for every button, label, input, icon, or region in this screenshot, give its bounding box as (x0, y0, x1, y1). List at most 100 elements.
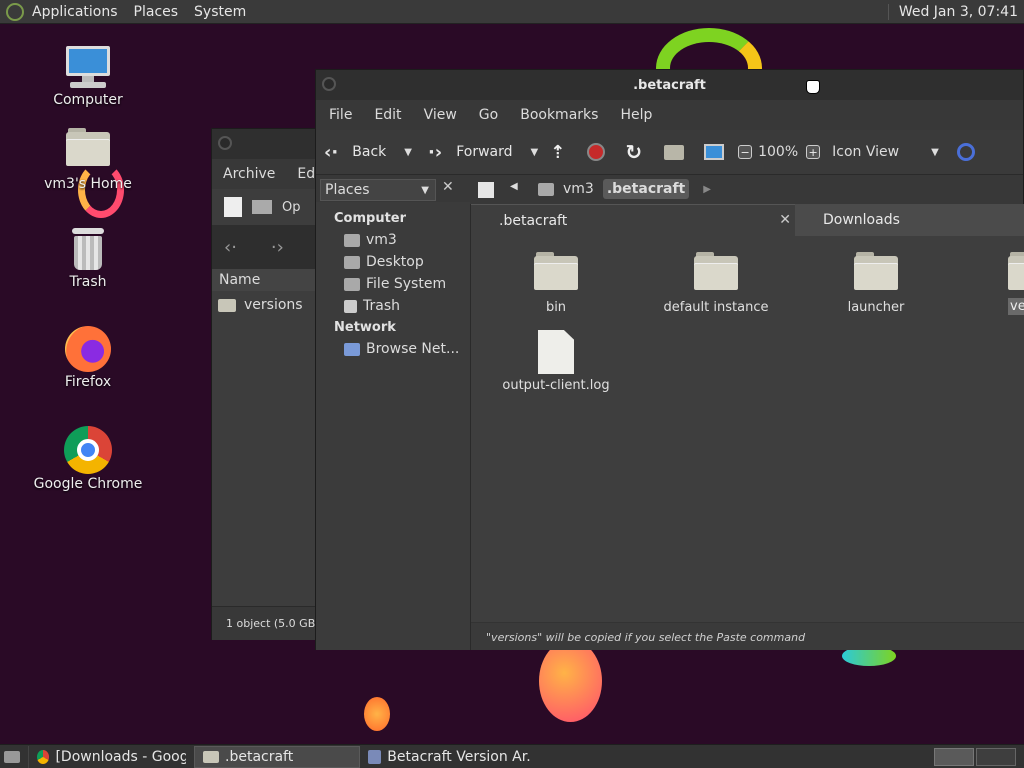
tab-downloads[interactable]: Downloads (795, 204, 1024, 236)
breadcrumb: vm3 .betacraft ▶ (538, 179, 711, 199)
forward-button[interactable]: ·› Forward ▼ (420, 142, 546, 163)
sidebar-section-computer: Computer (334, 211, 407, 226)
menu-go[interactable]: Go (468, 107, 509, 123)
status-text: 1 object (5.0 GB) (226, 617, 320, 630)
hand-cursor-icon (806, 80, 820, 94)
close-sidebar-icon[interactable]: ✕ (442, 179, 454, 195)
trash-icon (70, 228, 106, 272)
column-header[interactable]: Name (212, 269, 320, 291)
chrome-icon (37, 749, 50, 764)
workspace-2[interactable] (976, 747, 1016, 766)
search-icon[interactable] (956, 143, 975, 161)
zoom-in-icon[interactable]: + (806, 145, 821, 159)
tab-betacraft[interactable]: .betacraft ✕ (471, 204, 795, 236)
show-desktop-icon[interactable] (4, 750, 20, 763)
status-text: "versions" will be copied if you select … (486, 631, 806, 644)
menu-bookmarks[interactable]: Bookmarks (509, 107, 609, 123)
toolbar: ‹· Back ▼ ·› Forward ▼ ⇡ ↻ − 100% + Icon… (316, 130, 1023, 174)
view-mode-label: Icon View (832, 144, 900, 160)
file-item-versions[interactable]: ve (1008, 252, 1024, 315)
back-file-window[interactable]: Archive Edit Op ‹· ·› Name versions 1 ob… (211, 128, 325, 640)
new-archive-icon[interactable] (224, 197, 242, 217)
view-mode-select[interactable]: Icon View ▼ (832, 144, 939, 160)
sidebar-item-trash[interactable]: Trash (316, 295, 470, 317)
desktop-icon-chrome[interactable]: Google Chrome (34, 426, 142, 492)
desktop-icon-computer[interactable]: Computer (40, 46, 136, 108)
distro-logo-icon[interactable] (6, 2, 24, 21)
desktop-icon-trash[interactable]: Trash (40, 228, 136, 290)
desktop-icon-home[interactable]: vm3's Home (40, 128, 136, 192)
back-status-bar: 1 object (5.0 GB) (212, 606, 320, 640)
forward-label: Forward (456, 144, 513, 160)
sidebar-item-filesystem[interactable]: File System (316, 273, 470, 295)
edit-location-icon[interactable] (478, 182, 494, 198)
sidebar-item-browse-network[interactable]: Browse Net... (316, 338, 470, 360)
open-icon[interactable] (252, 200, 272, 214)
menu-view[interactable]: View (413, 107, 468, 123)
breadcrumb-vm3[interactable]: vm3 (560, 179, 597, 199)
taskbar-item-betacraft[interactable]: .betacraft (194, 745, 360, 768)
back-button[interactable]: ‹· Back ▼ (316, 142, 420, 163)
forward-history-dropdown-icon[interactable]: ▼ (531, 147, 539, 158)
forward-arrow-icon[interactable]: ·› (271, 237, 284, 258)
back-history-dropdown-icon[interactable]: ▼ (404, 147, 412, 158)
desktop-icon-firefox[interactable]: Firefox (40, 326, 136, 390)
sidebar-item-vm3[interactable]: vm3 (316, 229, 470, 251)
file-item-output-client-log[interactable]: output-client.log (496, 330, 616, 393)
sidebar-item-desktop[interactable]: Desktop (316, 251, 470, 273)
breadcrumb-back-icon[interactable]: ◀ (510, 181, 518, 192)
workspace-switcher[interactable] (934, 747, 1016, 766)
menu-help[interactable]: Help (609, 107, 663, 123)
system-menu[interactable]: System (186, 4, 254, 20)
menubar: File Edit View Go Bookmarks Help (316, 100, 1023, 130)
open-button[interactable]: Op (282, 200, 300, 215)
file-label: bin (545, 300, 567, 315)
wallpaper-blob (539, 640, 602, 722)
home-icon[interactable] (664, 144, 685, 160)
desktop-icon-label: Computer (53, 92, 123, 108)
reload-icon[interactable]: ↻ (625, 140, 642, 164)
tab-label: .betacraft (499, 212, 568, 229)
taskbar-item-betacraft-version[interactable]: Betacraft Version Ar... (360, 746, 540, 768)
window-menu-button[interactable] (218, 136, 232, 150)
betacraft-file-window[interactable]: .betacraft File Edit View Go Bookmarks H… (315, 69, 1024, 650)
tab-bar: .betacraft ✕ Downloads (471, 204, 1024, 236)
sidebar-section-network: Network (334, 320, 396, 335)
close-tab-icon[interactable]: ✕ (779, 212, 791, 228)
menu-archive[interactable]: Archive (212, 166, 286, 182)
window-titlebar[interactable]: .betacraft (316, 70, 1023, 100)
breadcrumb-betacraft[interactable]: .betacraft (602, 179, 690, 199)
menu-file[interactable]: File (318, 107, 363, 123)
breadcrumb-forward-icon[interactable]: ▶ (703, 184, 711, 195)
top-panel: Applications Places System Wed Jan 3, 07… (0, 0, 1024, 24)
file-item-bin[interactable]: bin (496, 252, 616, 315)
back-arrow-icon[interactable]: ‹· (224, 237, 237, 258)
workspace-1[interactable] (934, 747, 974, 766)
clock[interactable]: Wed Jan 3, 07:41 (887, 3, 1024, 20)
text-file-icon (538, 330, 574, 374)
places-menu[interactable]: Places (126, 4, 187, 20)
file-item-launcher[interactable]: launcher (816, 252, 936, 315)
status-bar: "versions" will be copied if you select … (471, 622, 1024, 650)
zoom-out-icon[interactable]: − (738, 145, 753, 159)
stop-icon[interactable] (587, 143, 606, 161)
back-window-nav: ‹· ·› (212, 225, 320, 269)
back-window-titlebar[interactable] (212, 129, 320, 159)
taskbar-item-downloads[interactable]: [Downloads - Goog... (28, 745, 194, 768)
desktop-icon-label: Google Chrome (33, 476, 143, 492)
network-icon (344, 342, 360, 356)
sidebar-item-label: Desktop (366, 254, 424, 270)
list-item[interactable]: versions (212, 291, 320, 319)
chrome-icon (64, 426, 112, 474)
window-menu-button[interactable] (322, 77, 336, 91)
up-arrow-icon[interactable]: ⇡ (550, 142, 565, 163)
sidebar: Computer vm3 Desktop File System Trash N… (316, 202, 470, 650)
sidebar-selector[interactable]: Places ▼ (320, 179, 436, 201)
file-item-default-instance[interactable]: default instance (656, 252, 776, 315)
computer-icon (64, 46, 112, 90)
list-item-label: versions (244, 297, 303, 313)
menu-edit[interactable]: Edit (363, 107, 412, 123)
computer-icon[interactable] (704, 144, 725, 160)
taskbar-item-label: Betacraft Version Ar... (387, 748, 532, 765)
applications-menu[interactable]: Applications (24, 4, 126, 20)
